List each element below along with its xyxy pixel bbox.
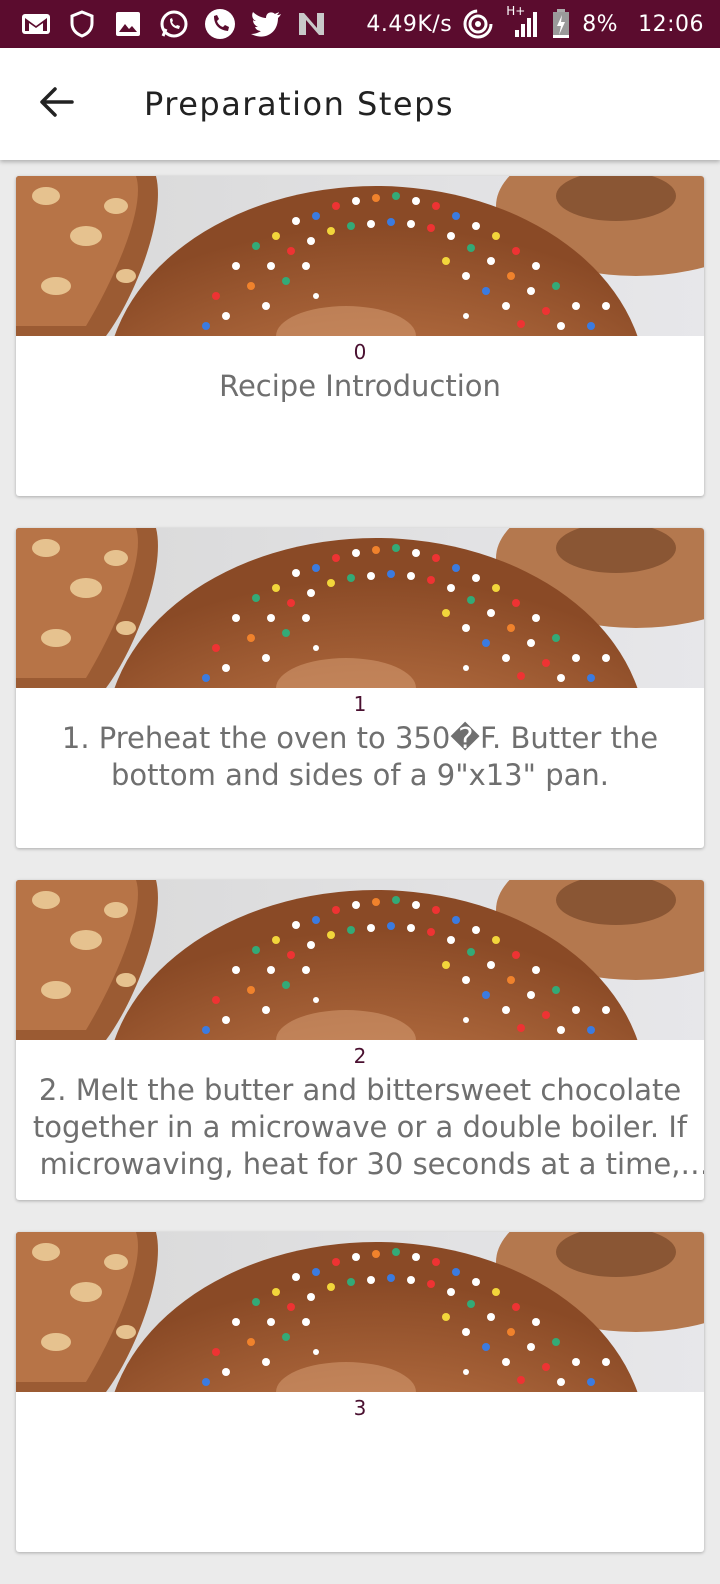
network-speed: 4.49K/s xyxy=(366,11,453,37)
step-text: 2. Melt the butter and bittersweet choco… xyxy=(32,1073,688,1181)
step-image xyxy=(16,1232,704,1392)
phone-call-icon xyxy=(204,8,236,40)
arrow-back-icon xyxy=(38,86,74,122)
step-index: 0 xyxy=(353,340,367,364)
step-image xyxy=(16,880,704,1040)
battery-charging-icon xyxy=(550,8,572,40)
app-bar: Preparation Steps xyxy=(0,48,720,160)
step-card[interactable]: 2 2. Melt the butter and bittersweet cho… xyxy=(16,880,704,1200)
status-bar: 4.49K/s H+ 8% 12:06 xyxy=(0,0,720,48)
step-text: Recipe Introduction xyxy=(219,369,501,403)
step-index: 2 xyxy=(353,1044,367,1068)
signal-icon: H+ xyxy=(504,4,540,40)
step-card[interactable]: 1 1. Preheat the oven to 350�F. Butter t… xyxy=(16,528,704,848)
step-index: 3 xyxy=(353,1396,367,1420)
shield-icon xyxy=(66,8,98,40)
clock: 12:06 xyxy=(638,11,704,37)
step-text: 1. Preheat the oven to 350�F. Butter the… xyxy=(61,721,659,792)
step-card[interactable]: 0 Recipe Introduction xyxy=(16,176,704,496)
battery-percent: 8% xyxy=(582,11,619,37)
signal-type-label: H+ xyxy=(506,4,526,18)
page-title: Preparation Steps xyxy=(144,85,455,123)
step-image xyxy=(16,176,704,336)
steps-list[interactable]: 0 Recipe Introduction 1 1. Preheat the o… xyxy=(16,176,704,1584)
image-icon xyxy=(112,8,144,40)
twitter-icon xyxy=(250,8,282,40)
n-app-icon xyxy=(296,8,328,40)
step-card[interactable]: 3 xyxy=(16,1232,704,1552)
step-image xyxy=(16,528,704,688)
hotspot-icon xyxy=(462,8,494,40)
gmail-icon xyxy=(20,8,52,40)
step-index: 1 xyxy=(353,692,367,716)
back-button[interactable] xyxy=(16,64,96,144)
status-bar-system-icons: 4.49K/s H+ 8% 12:06 xyxy=(366,4,720,40)
status-bar-notification-icons xyxy=(0,8,328,40)
whatsapp-icon xyxy=(158,8,190,40)
